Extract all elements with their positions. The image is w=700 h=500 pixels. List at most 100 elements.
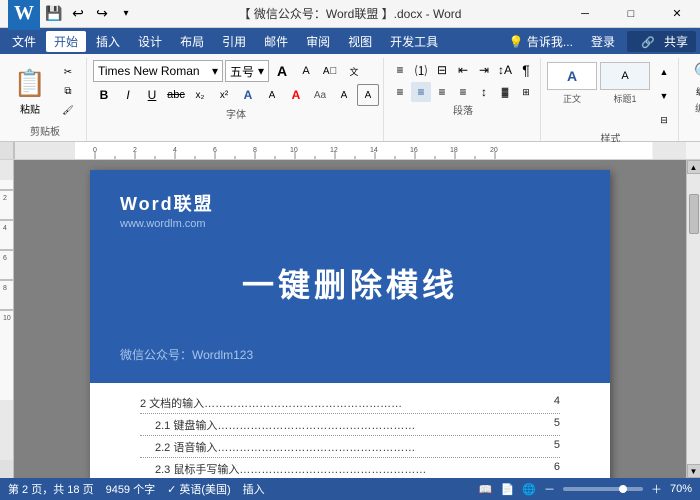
menu-design[interactable]: 设计 xyxy=(130,31,170,52)
para-row1: ≡ ⑴ ⊟ ⇤ ⇥ ↕A ¶ xyxy=(390,60,536,80)
format-painter-button[interactable]: 🖌 xyxy=(54,102,82,120)
undo-icon[interactable]: ↩ xyxy=(68,4,88,24)
line-spacing-button[interactable]: ↕ xyxy=(474,82,494,102)
svg-text:0: 0 xyxy=(93,147,97,154)
numbering-button[interactable]: ⑴ xyxy=(411,60,431,80)
svg-text:6: 6 xyxy=(213,147,217,154)
italic-button[interactable]: I xyxy=(117,84,139,106)
share-button[interactable]: 🔗 共享 xyxy=(627,31,696,52)
zoom-out-icon[interactable]: － xyxy=(544,481,555,497)
increase-font-button[interactable]: A xyxy=(271,60,293,82)
view-normal-icon[interactable]: 📖 xyxy=(479,483,493,496)
banner-main-title: 一键删除横线 xyxy=(120,230,580,336)
find-button[interactable]: 🔍 编辑 xyxy=(685,60,700,100)
decrease-indent-button[interactable]: ⇤ xyxy=(453,60,473,80)
menu-file[interactable]: 文件 xyxy=(4,31,44,52)
styles-scroll-down[interactable]: ▼ xyxy=(654,86,674,106)
sort-button[interactable]: ↕A xyxy=(495,60,515,80)
document-scroll-area[interactable]: Word联盟 www.wordlm.com 一键删除横线 微信公众号：Wordl… xyxy=(14,160,686,478)
strikethrough-button[interactable]: abc xyxy=(165,84,187,106)
minimize-button[interactable]: ─ xyxy=(562,0,608,28)
menu-insert[interactable]: 插入 xyxy=(88,31,128,52)
align-left-button[interactable]: ≡ xyxy=(390,82,410,102)
bullets-button[interactable]: ≡ xyxy=(390,60,410,80)
show-marks-button[interactable]: ¶ xyxy=(516,60,536,80)
paste-icon: 📋 xyxy=(14,68,46,99)
document-banner: Word联盟 www.wordlm.com 一键删除横线 微信公众号：Wordl… xyxy=(90,170,610,383)
restore-button[interactable]: □ xyxy=(608,0,654,28)
svg-text:10: 10 xyxy=(290,147,298,154)
view-web-icon[interactable]: 🌐 xyxy=(522,483,536,496)
zoom-slider[interactable] xyxy=(563,487,643,491)
align-center-button[interactable]: ≡ xyxy=(411,82,431,102)
underline-button[interactable]: U xyxy=(141,84,163,106)
font-name-selector[interactable]: Times New Roman ▾ xyxy=(93,60,223,82)
svg-text:4: 4 xyxy=(3,225,7,232)
paste-button[interactable]: 📋 粘贴 xyxy=(8,64,52,120)
title-bar-title: 【 微信公众号：Word联盟 】.docx - Word xyxy=(239,5,462,22)
cut-button[interactable]: ✂ xyxy=(54,64,82,82)
login-button[interactable]: 登录 xyxy=(585,31,621,52)
zoom-level[interactable]: 70% xyxy=(670,483,692,495)
word-count: 9459 个字 xyxy=(106,481,156,497)
clipboard-small-buttons: ✂ ⧉ 🖌 xyxy=(54,64,82,120)
font-row1: Times New Roman ▾ 五号 ▾ A A A⃫ 文 xyxy=(93,60,379,82)
text-effect-button[interactable]: A xyxy=(237,84,259,106)
view-print-icon[interactable]: 📄 xyxy=(501,483,515,496)
styles-heading1-button[interactable]: A xyxy=(600,62,650,90)
menu-home[interactable]: 开始 xyxy=(46,31,86,52)
zoom-thumb[interactable] xyxy=(619,485,627,493)
shading-button[interactable]: ▓ xyxy=(495,82,515,102)
redo-icon[interactable]: ↪ xyxy=(92,4,112,24)
char-border-button[interactable]: A xyxy=(357,84,379,106)
align-right-button[interactable]: ≡ xyxy=(432,82,452,102)
multilevel-button[interactable]: ⊟ xyxy=(432,60,452,80)
styles-scroll-up[interactable]: ▲ xyxy=(654,62,674,82)
menu-review[interactable]: 审阅 xyxy=(298,31,338,52)
menu-mailings[interactable]: 邮件 xyxy=(256,31,296,52)
copy-button[interactable]: ⧉ xyxy=(54,83,82,101)
clipboard-content: 📋 粘贴 ✂ ⧉ 🖌 xyxy=(8,60,82,123)
main-area: 2 4 6 8 10 Word联盟 www.wordlm.com 一键删除横线 … xyxy=(0,160,700,478)
language-indicator: ✓ 英语(美国) xyxy=(167,481,231,497)
styles-normal-button[interactable]: A xyxy=(547,62,597,90)
font-color-button[interactable]: A xyxy=(285,84,307,106)
menu-view[interactable]: 视图 xyxy=(340,31,380,52)
para-row2: ≡ ≡ ≡ ≡ ↕ ▓ ⊞ xyxy=(390,82,536,102)
scroll-up-button[interactable]: ▲ xyxy=(687,160,700,174)
svg-text:16: 16 xyxy=(410,147,418,154)
superscript-button[interactable]: x² xyxy=(213,84,235,106)
font-group: Times New Roman ▾ 五号 ▾ A A A⃫ 文 B I U ab… xyxy=(89,58,384,141)
scroll-thumb[interactable] xyxy=(689,194,699,234)
menu-developer[interactable]: 开发工具 xyxy=(382,31,446,52)
menu-layout[interactable]: 布局 xyxy=(172,31,212,52)
borders-button[interactable]: ⊞ xyxy=(516,82,536,102)
customize-icon[interactable]: ▾ xyxy=(116,4,136,24)
highlight-button[interactable]: A xyxy=(261,84,283,106)
vertical-scrollbar: ▲ ▼ xyxy=(686,160,700,478)
close-button[interactable]: ✕ xyxy=(654,0,700,28)
bold-button[interactable]: B xyxy=(93,84,115,106)
justify-button[interactable]: ≡ xyxy=(453,82,473,102)
help-search[interactable]: 💡 告诉我... xyxy=(503,31,579,52)
decrease-font-button[interactable]: A xyxy=(295,60,317,82)
clear-format-button[interactable]: A⃫ xyxy=(319,60,341,82)
save-icon[interactable]: 💾 xyxy=(44,4,64,24)
phonetic-guide-button[interactable]: 文 xyxy=(343,60,365,82)
scroll-down-button[interactable]: ▼ xyxy=(687,464,700,478)
char-shade-button[interactable]: A xyxy=(333,84,355,106)
banner-logo-text: Word联盟 xyxy=(120,190,580,216)
styles-normal-label: 正文 xyxy=(547,92,597,105)
increase-indent-button[interactable]: ⇥ xyxy=(474,60,494,80)
styles-expand[interactable]: ⊟ xyxy=(654,110,674,130)
scroll-track[interactable] xyxy=(687,174,700,464)
svg-text:2: 2 xyxy=(133,147,137,154)
menu-bar: 文件 开始 插入 设计 布局 引用 邮件 审阅 视图 开发工具 💡 告诉我...… xyxy=(0,28,700,54)
subscript-button[interactable]: x₂ xyxy=(189,84,211,106)
menu-references[interactable]: 引用 xyxy=(214,31,254,52)
font-more-button[interactable]: Aa xyxy=(309,84,331,106)
zoom-in-icon[interactable]: ＋ xyxy=(651,481,662,497)
styles-heading1-label: 标题1 xyxy=(600,92,650,105)
font-size-selector[interactable]: 五号 ▾ xyxy=(225,60,269,82)
font-size-value: 五号 xyxy=(230,63,254,80)
